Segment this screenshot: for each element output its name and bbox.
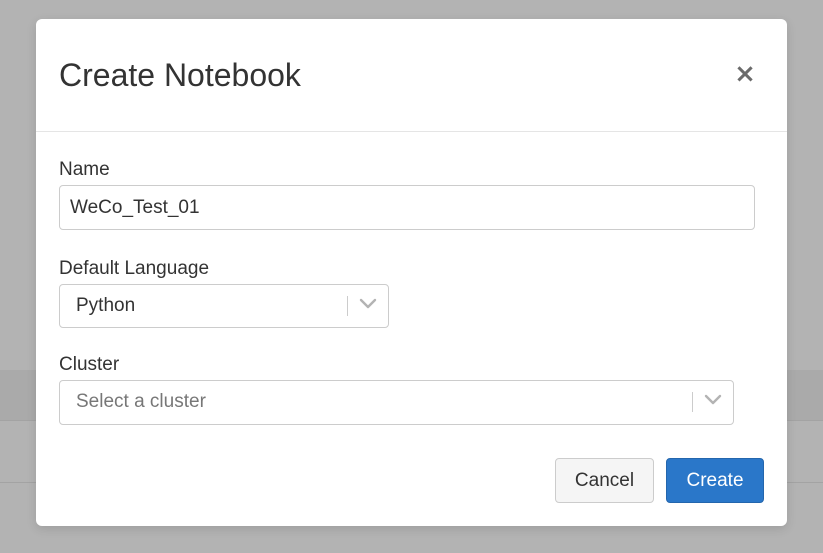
- create-button[interactable]: Create: [666, 458, 764, 503]
- cluster-placeholder: Select a cluster: [76, 391, 206, 412]
- cluster-select[interactable]: Select a cluster: [59, 380, 734, 425]
- name-label: Name: [59, 159, 110, 180]
- dialog-header: Create Notebook ×: [36, 19, 787, 132]
- cluster-label: Cluster: [59, 354, 120, 375]
- cancel-button[interactable]: Cancel: [555, 458, 654, 503]
- chevron-down-icon[interactable]: [359, 298, 377, 310]
- close-button[interactable]: ×: [730, 57, 760, 91]
- dialog-title: Create Notebook: [59, 57, 301, 93]
- name-input[interactable]: [59, 185, 755, 230]
- language-select[interactable]: Python: [59, 284, 389, 328]
- default-language-label: Default Language: [59, 258, 210, 279]
- create-notebook-dialog: Create Notebook × Name Default Language …: [36, 19, 787, 526]
- close-icon: ×: [734, 59, 756, 89]
- chevron-down-icon[interactable]: [704, 394, 722, 406]
- select-separator: [692, 392, 693, 412]
- language-selected-value: Python: [76, 295, 136, 316]
- select-separator: [347, 296, 348, 316]
